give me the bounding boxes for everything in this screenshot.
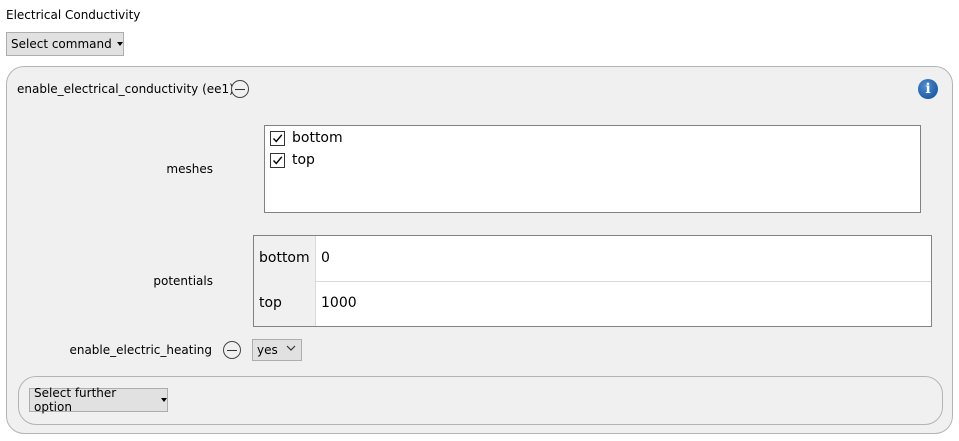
remove-option-icon[interactable] xyxy=(223,341,241,359)
checkmark-icon xyxy=(272,155,283,165)
potentials-table: bottom 0 top 1000 xyxy=(253,235,932,327)
potential-value-input[interactable]: 0 xyxy=(321,236,330,281)
select-further-option-button[interactable]: Select further option xyxy=(29,386,168,414)
remove-command-icon[interactable] xyxy=(231,80,249,98)
caret-down-icon xyxy=(116,42,123,46)
meshes-label: meshes xyxy=(166,162,213,176)
checkbox-bottom[interactable] xyxy=(270,130,285,146)
table-row: bottom 0 xyxy=(254,236,931,282)
select-further-option-label: Select further option xyxy=(34,386,117,414)
heating-label: enable_electric_heating xyxy=(69,343,212,357)
list-item[interactable]: top xyxy=(270,152,315,168)
list-item[interactable]: bottom xyxy=(270,130,343,146)
select-command-button[interactable]: Select command xyxy=(6,32,124,56)
mesh-item-label: bottom xyxy=(292,130,343,146)
potential-key: top xyxy=(254,281,316,326)
checkmark-icon xyxy=(272,133,283,143)
select-command-label: Select command xyxy=(11,37,112,51)
command-title: enable_electrical_conductivity (ee1) xyxy=(17,82,234,96)
caret-down-icon xyxy=(161,398,167,402)
table-row: top 1000 xyxy=(254,281,931,326)
checkbox-top[interactable] xyxy=(270,152,285,168)
info-icon[interactable]: i xyxy=(918,79,938,99)
heating-select[interactable]: yes xyxy=(252,339,302,361)
potential-value-input[interactable]: 1000 xyxy=(321,281,357,326)
meshes-list: bottom top xyxy=(264,125,921,213)
heating-select-value: yes xyxy=(257,343,278,357)
page-title: Electrical Conductivity xyxy=(6,8,141,22)
potential-key: bottom xyxy=(254,236,316,281)
potentials-label: potentials xyxy=(153,274,213,288)
mesh-item-label: top xyxy=(292,152,315,168)
chevron-down-icon xyxy=(286,345,296,351)
